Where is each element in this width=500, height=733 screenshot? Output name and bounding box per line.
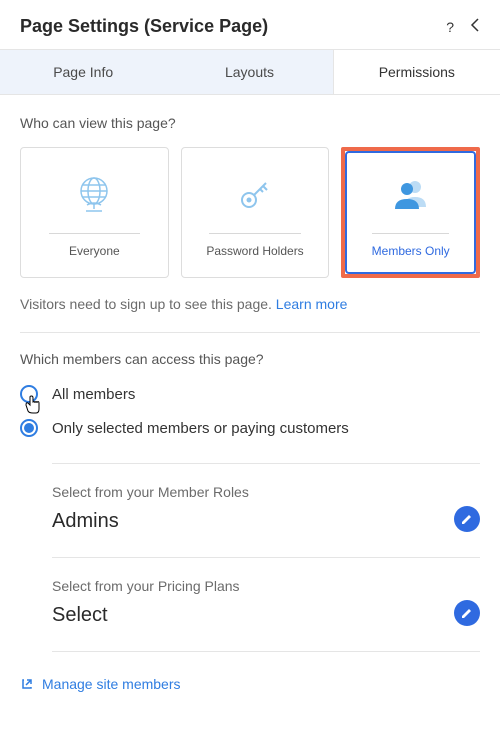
- pricing-plans-block: Select from your Pricing Plans Select: [52, 557, 480, 652]
- radio-icon-selected: [20, 419, 38, 437]
- card-divider: [49, 233, 140, 234]
- edit-roles-button[interactable]: [454, 506, 480, 532]
- view-option-cards: Everyone Password Holders: [20, 147, 480, 278]
- pencil-icon: [460, 606, 474, 620]
- page-header: Page Settings (Service Page) ?: [0, 0, 500, 49]
- tabs-bar: Page Info Layouts Permissions: [0, 49, 500, 95]
- roles-value: Admins: [52, 510, 480, 533]
- plans-value: Select: [52, 604, 480, 627]
- globe-icon: [72, 171, 116, 219]
- card-password[interactable]: Password Holders: [181, 147, 330, 278]
- radio-selected-label: Only selected members or paying customer…: [52, 420, 349, 437]
- tab-permissions[interactable]: Permissions: [333, 50, 500, 94]
- learn-more-link[interactable]: Learn more: [276, 296, 348, 312]
- radio-selected-members[interactable]: Only selected members or paying customer…: [20, 419, 480, 437]
- hint-text: Visitors need to sign up to see this pag…: [20, 296, 276, 312]
- edit-plans-button[interactable]: [454, 600, 480, 626]
- card-divider: [372, 233, 449, 234]
- pencil-icon: [460, 512, 474, 526]
- plans-label: Select from your Pricing Plans: [52, 578, 480, 594]
- external-link-icon: [20, 677, 34, 691]
- tab-page-info[interactable]: Page Info: [0, 50, 166, 94]
- back-icon[interactable]: [470, 18, 480, 35]
- help-icon[interactable]: ?: [446, 19, 454, 35]
- members-icon: [389, 171, 433, 219]
- card-members-only[interactable]: Members Only: [345, 151, 476, 274]
- member-roles-block: Select from your Member Roles Admins: [52, 463, 480, 557]
- signup-hint: Visitors need to sign up to see this pag…: [0, 278, 500, 332]
- card-members-label: Members Only: [372, 244, 450, 258]
- radio-icon: [20, 385, 38, 403]
- radio-all-label: All members: [52, 386, 135, 403]
- card-password-label: Password Holders: [206, 244, 303, 258]
- header-actions: ?: [446, 18, 480, 35]
- card-divider: [209, 233, 300, 234]
- access-section-title: Which members can access this page?: [20, 351, 480, 367]
- roles-label: Select from your Member Roles: [52, 484, 480, 500]
- page-title: Page Settings (Service Page): [20, 16, 268, 37]
- member-access-section: Which members can access this page? All …: [0, 333, 500, 463]
- key-icon: [233, 171, 277, 219]
- manage-members-link[interactable]: Manage site members: [0, 652, 500, 716]
- manage-members-label: Manage site members: [42, 676, 181, 692]
- highlight-box: Members Only: [341, 147, 480, 278]
- card-everyone-label: Everyone: [69, 244, 120, 258]
- view-permission-section: Who can view this page? Everyone: [0, 95, 500, 278]
- radio-all-members[interactable]: All members: [20, 385, 480, 403]
- selection-subsection: Select from your Member Roles Admins Sel…: [32, 463, 500, 652]
- card-everyone[interactable]: Everyone: [20, 147, 169, 278]
- view-section-title: Who can view this page?: [20, 115, 480, 131]
- tab-layouts[interactable]: Layouts: [166, 50, 332, 94]
